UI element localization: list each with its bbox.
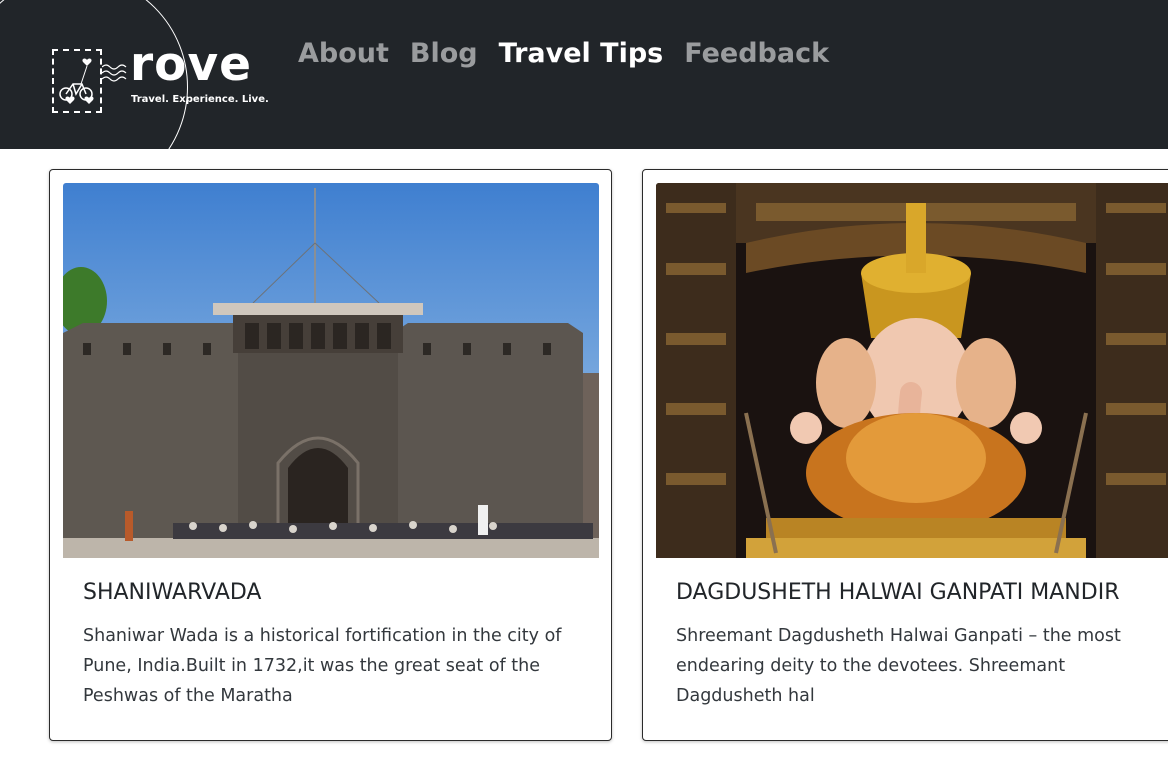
nav-link-travel-tips[interactable]: Travel Tips [499,38,664,69]
nav-link-blog[interactable]: Blog [410,38,478,69]
shaniwarwada-photo [63,183,599,558]
top-navbar: rove Travel. Experience. Live. About Blo… [0,0,1168,149]
card-title: SHANIWARVADA [83,580,262,605]
main-nav: About Blog Travel Tips Feedback [298,38,850,69]
ganpati-photo [656,183,1168,558]
nav-link-about[interactable]: About [298,38,389,69]
brand-logo[interactable]: rove Travel. Experience. Live. [52,41,269,119]
brand-wordmark: rove [130,37,252,92]
postmark-waves-icon [102,64,127,82]
card-description: Shaniwar Wada is a historical fortificat… [83,626,562,706]
place-card[interactable]: DAGDUSHETH HALWAI GANPATI MANDIR Shreema… [642,169,1168,741]
place-card[interactable]: SHANIWARVADA Shaniwar Wada is a historic… [49,169,612,741]
card-description: Shreemant Dagdusheth Halwai Ganpati – th… [676,626,1121,706]
postage-stamp-icon [52,49,102,113]
brand-tagline: Travel. Experience. Live. [131,94,269,105]
nav-link-feedback[interactable]: Feedback [684,38,829,69]
card-title: DAGDUSHETH HALWAI GANPATI MANDIR [676,580,1120,605]
